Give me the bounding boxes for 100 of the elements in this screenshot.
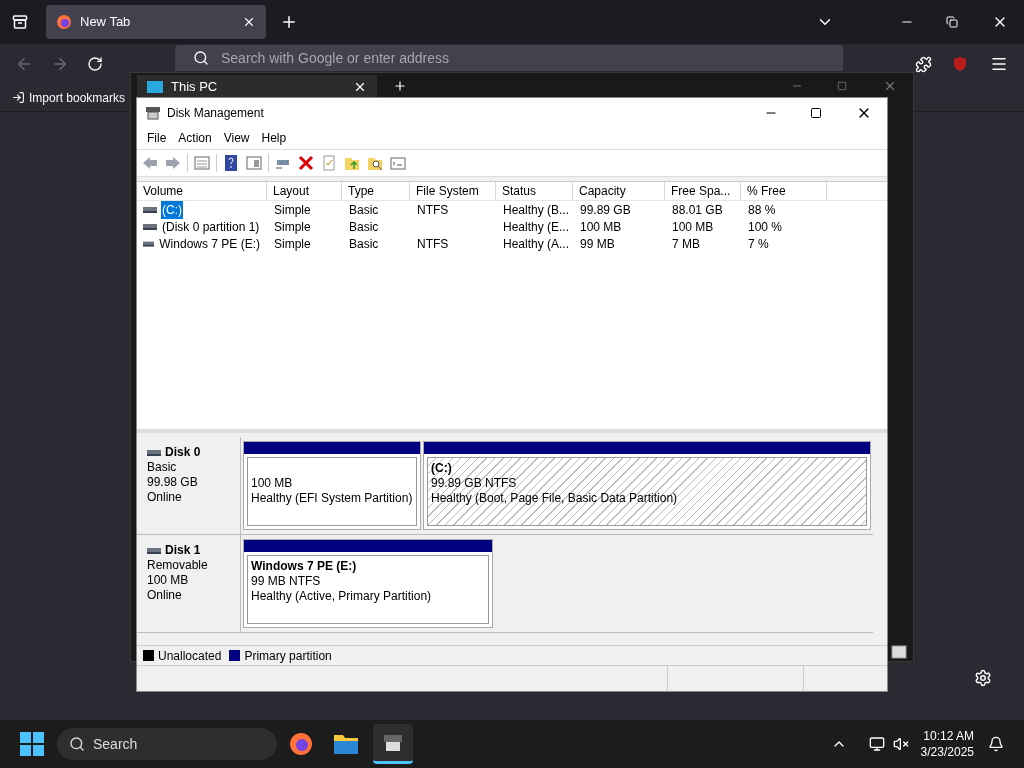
table-cell-text: Simple — [273, 235, 312, 253]
app-icon — [145, 105, 161, 120]
console-icon[interactable] — [389, 154, 407, 172]
new-tab-icon[interactable] — [393, 79, 407, 93]
windows-logo-icon[interactable] — [20, 732, 44, 756]
settings-icon[interactable] — [974, 669, 992, 687]
partition[interactable]: Windows 7 PE (E:) 99 MB NTFS Healthy (Active, Primary Partition) — [243, 539, 493, 628]
partition-info: Healthy (Boot, Page File, Basic Data Partition) — [431, 491, 679, 506]
table-cell-text: Simple — [273, 218, 312, 236]
checklist-icon[interactable] — [320, 154, 338, 172]
column-header[interactable]: Type — [342, 182, 410, 200]
menu-item[interactable]: Action — [172, 129, 218, 147]
legend-label: Unallocated — [158, 647, 222, 665]
disk-info: 99.98 GB — [147, 475, 199, 490]
address-bar[interactable]: Search with Google or enter address — [175, 45, 843, 71]
disk-info: Removable — [147, 558, 209, 573]
network-icon[interactable] — [868, 736, 885, 752]
table-cell-text: Basic — [348, 201, 380, 219]
menu-item[interactable]: View — [217, 129, 256, 147]
drive-icon — [147, 449, 161, 456]
drive-icon — [143, 240, 155, 247]
delete-icon[interactable] — [297, 154, 315, 172]
table-cell-text: 100 % — [747, 218, 784, 236]
column-header[interactable]: File System — [410, 182, 496, 200]
browser-logo-icon[interactable] — [289, 732, 313, 756]
taskbar-search[interactable]: Search — [57, 728, 277, 760]
table-cell-text: Healthy (E... — [502, 218, 571, 236]
restore-icon[interactable] — [946, 16, 958, 28]
drive-icon — [143, 223, 157, 230]
table-cell-text: Basic — [348, 218, 380, 236]
import-icon[interactable] — [12, 91, 25, 104]
folder-icon[interactable] — [333, 733, 359, 755]
partition-info: 100 MB — [251, 476, 294, 491]
table-row[interactable]: (C:) Simple Basic NTFS Healthy (B... 99.89 GB 88.01 GB 88 % — [137, 201, 887, 218]
menu-item[interactable]: File — [141, 129, 173, 147]
table-cell-text: 99.89 GB — [579, 201, 632, 219]
partition-info: Healthy (EFI System Partition) — [251, 491, 413, 506]
drive-icon — [147, 547, 161, 554]
search-icon — [193, 50, 209, 66]
partition-info: Healthy (Active, Primary Partition) — [251, 589, 433, 604]
new-tab-icon[interactable] — [280, 13, 298, 31]
view-icon[interactable] — [891, 645, 907, 659]
browser-tab[interactable]: New Tab — [46, 5, 266, 39]
bookmark-link[interactable]: Import bookmarks — [29, 88, 126, 107]
partition[interactable]: 100 MB Healthy (EFI System Partition) — [243, 441, 421, 530]
drive-icon — [143, 206, 157, 213]
table-cell-text: 7 MB — [671, 235, 701, 253]
table-cell-text: 88 % — [747, 201, 777, 219]
table-cell-text: 88.01 GB — [671, 201, 724, 219]
column-header[interactable]: Free Spa... — [665, 182, 741, 200]
close-icon[interactable] — [242, 15, 256, 29]
close-icon[interactable] — [353, 80, 367, 94]
window-title: Disk Management — [167, 104, 265, 122]
column-header[interactable]: % Free — [741, 182, 827, 200]
column-header[interactable]: Status — [496, 182, 573, 200]
notification-icon[interactable] — [988, 736, 1004, 752]
clock-time[interactable]: 10:12 AM — [923, 728, 974, 744]
table-cell-text: NTFS — [416, 201, 450, 219]
help-icon[interactable] — [222, 154, 240, 172]
table-row[interactable]: Windows 7 PE (E:) Simple Basic NTFS Healthy (A... 99 MB 7 MB 7 % — [137, 235, 887, 252]
explorer-tab[interactable]: This PC — [137, 75, 377, 99]
table-cell-text: Basic — [348, 235, 380, 253]
table-cell-text: Healthy (B... — [502, 201, 571, 219]
panel-icon[interactable] — [245, 154, 263, 172]
browser-logo-icon — [56, 14, 72, 30]
column-header[interactable]: Layout — [267, 182, 342, 200]
table-cell-text: Windows 7 PE (E:) — [158, 235, 261, 253]
partition-title: (C:) — [431, 461, 453, 476]
menu-icon[interactable] — [990, 55, 1008, 73]
partition[interactable]: (C:) 99.89 GB NTFS Healthy (Boot, Page File, Basic Data Partition) — [423, 441, 871, 530]
table-cell-text: (Disk 0 partition 1) — [161, 218, 261, 236]
tab-list-icon[interactable] — [12, 14, 28, 30]
partition-info: 99 MB NTFS — [251, 574, 322, 589]
back-icon[interactable] — [15, 55, 33, 73]
table-cell-text: 100 MB — [671, 218, 715, 236]
disk-info: Online — [147, 588, 183, 603]
disk-info: Basic — [147, 460, 178, 475]
table-cell-text: 99 MB — [579, 235, 616, 253]
maximize-icon[interactable] — [810, 106, 822, 119]
mute-icon[interactable] — [892, 736, 909, 752]
search-icon — [69, 736, 85, 752]
table-cell-text: 7 % — [747, 235, 770, 253]
forward-icon[interactable] — [51, 55, 69, 73]
partition-info: 99.89 GB NTFS — [431, 476, 518, 491]
disk-name: Disk 1 — [165, 543, 201, 558]
column-header[interactable]: Capacity — [573, 182, 665, 200]
menu-item[interactable]: Help — [255, 129, 293, 147]
partition-title: Windows 7 PE (E:) — [251, 559, 358, 574]
disk-management-icon — [382, 732, 404, 753]
clock-date[interactable]: 3/23/2025 — [920, 744, 974, 760]
table-cell-text: Simple — [273, 201, 312, 219]
disk-name: Disk 0 — [165, 445, 201, 460]
taskbar-app[interactable] — [373, 724, 413, 764]
address-input[interactable]: Search with Google or enter address — [221, 49, 825, 67]
table-row[interactable]: (Disk 0 partition 1) Simple Basic Healthy (E... 100 MB 100 MB 100 % — [137, 218, 887, 235]
extensions-icon[interactable] — [915, 55, 932, 73]
disk-info: Online — [147, 490, 183, 505]
table-cell-text: NTFS — [416, 235, 450, 253]
reload-icon[interactable] — [87, 56, 103, 72]
column-header[interactable]: Volume — [137, 182, 267, 200]
